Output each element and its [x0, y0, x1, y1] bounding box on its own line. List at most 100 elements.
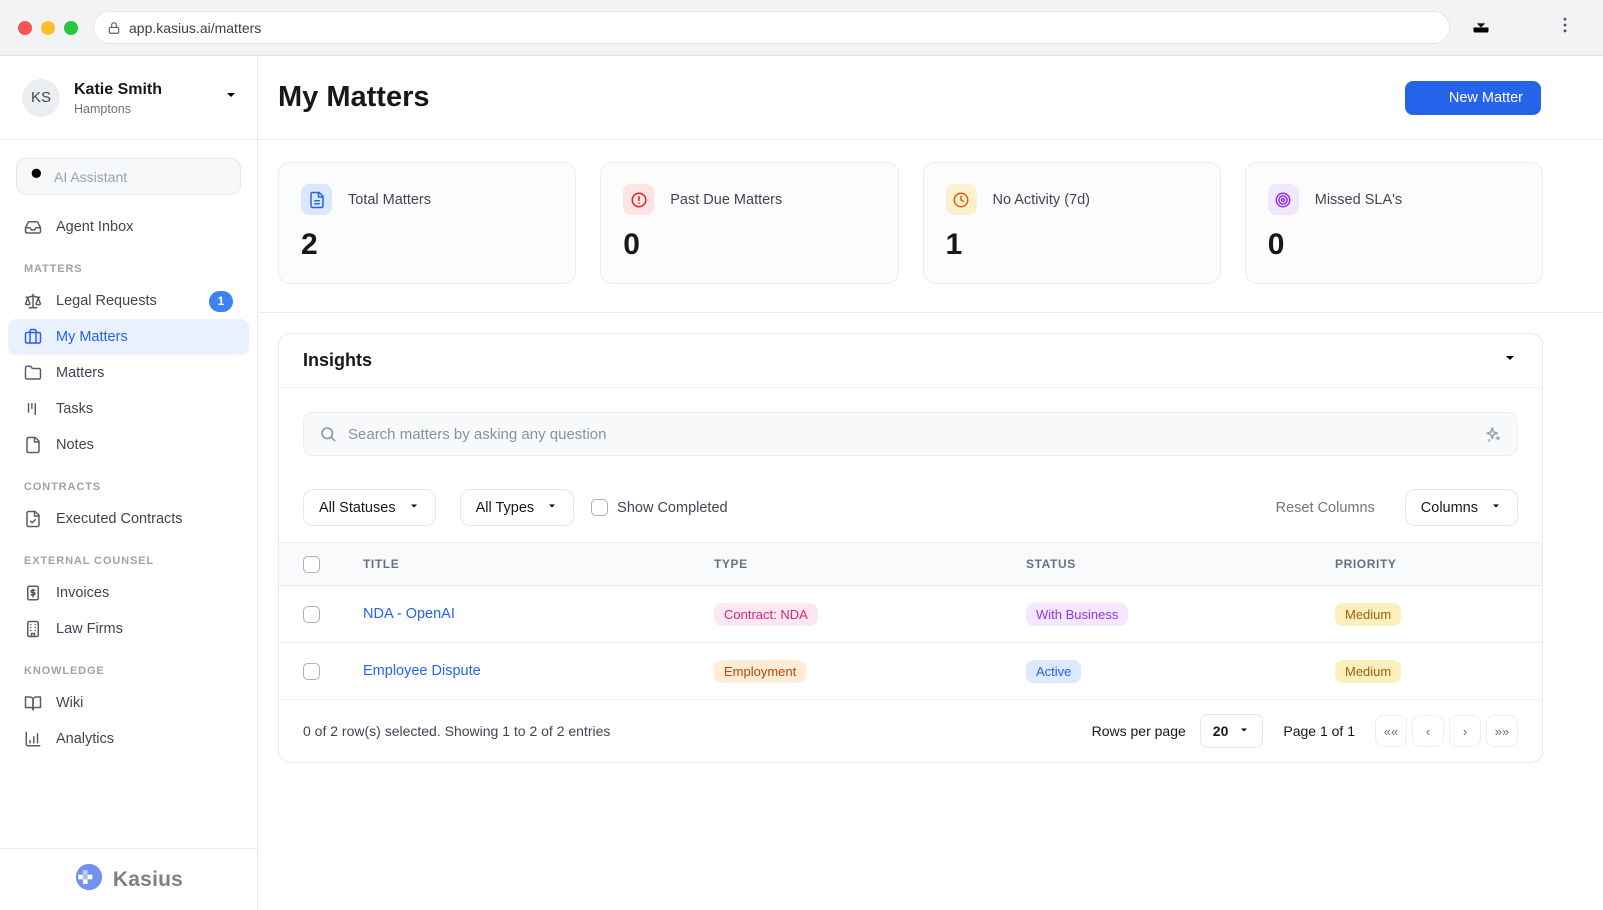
sidebar-item-invoices[interactable]: Invoices: [8, 575, 249, 611]
chevron-down-icon: [408, 500, 420, 516]
matters-table: TITLE TYPE STATUS PRIORITY NDA - OpenAI …: [279, 542, 1542, 700]
brand-footer: Kasius: [0, 848, 257, 910]
search-icon: [319, 425, 337, 443]
section-title-external-counsel: EXTERNAL COUNSEL: [24, 555, 233, 567]
url-text: app.kasius.ai/matters: [129, 20, 261, 36]
kasius-logo-icon: [74, 862, 104, 897]
sidebar-item-executed-contracts[interactable]: Executed Contracts: [8, 501, 249, 537]
stat-value: 1: [946, 228, 1198, 262]
main-content: My Matters New Matter Total Matters 2: [258, 56, 1603, 910]
user-org: Hamptons: [74, 102, 162, 116]
first-page-button[interactable]: ««: [1375, 715, 1407, 747]
window-controls: [18, 21, 78, 35]
sidebar-item-notes[interactable]: Notes: [8, 427, 249, 463]
browser-menu-icon[interactable]: [1555, 15, 1575, 40]
next-page-button[interactable]: ›: [1449, 715, 1481, 747]
chevron-down-icon: [223, 87, 239, 108]
search-icon: [29, 166, 45, 187]
selection-summary: 0 of 2 row(s) selected. Showing 1 to 2 o…: [303, 723, 610, 739]
type-badge: Contract: NDA: [714, 603, 818, 626]
sidebar-item-tasks[interactable]: Tasks: [8, 391, 249, 427]
browser-chrome: app.kasius.ai/matters: [0, 0, 1603, 56]
file-text-icon: [301, 184, 332, 215]
file-check-icon: [24, 510, 42, 528]
new-tab-icon[interactable]: [1513, 15, 1533, 40]
minimize-window-button[interactable]: [41, 21, 55, 35]
insights-title: Insights: [303, 350, 372, 371]
page-indicator: Page 1 of 1: [1283, 723, 1355, 739]
collapse-chevron-icon[interactable]: [1502, 350, 1518, 371]
book-open-icon: [24, 694, 42, 712]
prev-page-button[interactable]: ‹: [1412, 715, 1444, 747]
clock-icon: [946, 184, 977, 215]
close-window-button[interactable]: [18, 21, 32, 35]
sidebar-item-legal-requests[interactable]: Legal Requests 1: [8, 283, 249, 319]
briefcase-icon: [24, 328, 42, 346]
avatar: KS: [22, 79, 60, 117]
insights-panel: Insights All Statuses: [278, 333, 1543, 763]
scales-icon: [24, 292, 42, 310]
sidebar-item-agent-inbox[interactable]: Agent Inbox: [8, 209, 249, 245]
stat-card-total-matters: Total Matters 2: [278, 162, 576, 284]
stats-row: Total Matters 2 Past Due Matters 0 No Ac…: [258, 140, 1603, 313]
sidebar-item-my-matters[interactable]: My Matters: [8, 319, 249, 355]
priority-badge: Medium: [1335, 603, 1401, 626]
section-title-knowledge: KNOWLEDGE: [24, 665, 233, 677]
sidebar-item-law-firms[interactable]: Law Firms: [8, 611, 249, 647]
file-icon: [24, 436, 42, 454]
chevron-down-icon: [1490, 500, 1502, 516]
status-badge: With Business: [1026, 603, 1128, 626]
alert-circle-icon: [623, 184, 654, 215]
section-title-contracts: CONTRACTS: [24, 481, 233, 493]
show-completed-toggle[interactable]: Show Completed: [591, 499, 727, 516]
bar-chart-icon: [24, 730, 42, 748]
columns-dropdown[interactable]: Columns: [1405, 489, 1518, 526]
stat-card-no-activity: No Activity (7d) 1: [923, 162, 1221, 284]
plus-icon: [1423, 88, 1439, 108]
brand-name: Kasius: [113, 868, 183, 892]
target-icon: [1268, 184, 1299, 215]
chevron-down-icon: [546, 500, 558, 516]
user-profile[interactable]: KS Katie Smith Hamptons: [0, 56, 257, 140]
stat-card-missed-sla: Missed SLA's 0: [1245, 162, 1543, 284]
page-title: My Matters: [278, 81, 430, 114]
stat-card-past-due: Past Due Matters 0: [600, 162, 898, 284]
sidebar-item-wiki[interactable]: Wiki: [8, 685, 249, 721]
kanban-icon: [24, 400, 42, 418]
matter-title-link[interactable]: NDA - OpenAI: [363, 606, 714, 622]
inbox-icon: [24, 218, 42, 236]
ai-assistant-search[interactable]: [16, 158, 241, 195]
matter-title-link[interactable]: Employee Dispute: [363, 663, 714, 679]
sidebar: KS Katie Smith Hamptons Agent Inbox MATT…: [0, 56, 258, 910]
rows-per-page-select[interactable]: 20: [1200, 714, 1264, 748]
zoom-window-button[interactable]: [64, 21, 78, 35]
select-all-checkbox[interactable]: [303, 556, 320, 573]
table-row[interactable]: NDA - OpenAI Contract: NDA With Business…: [279, 586, 1542, 643]
ai-assistant-input[interactable]: [54, 169, 228, 185]
stat-value: 2: [301, 228, 553, 262]
download-icon[interactable]: [1471, 15, 1491, 40]
sidebar-item-analytics[interactable]: Analytics: [8, 721, 249, 757]
row-checkbox[interactable]: [303, 663, 320, 680]
show-completed-checkbox[interactable]: [591, 499, 608, 516]
reset-columns-button[interactable]: Reset Columns: [1276, 500, 1375, 516]
type-filter-dropdown[interactable]: All Types: [460, 489, 575, 526]
row-checkbox[interactable]: [303, 606, 320, 623]
last-page-button[interactable]: »»: [1486, 715, 1518, 747]
sparkles-icon[interactable]: [1484, 425, 1502, 443]
folder-icon: [24, 364, 42, 382]
new-matter-button[interactable]: New Matter: [1405, 81, 1541, 115]
address-bar[interactable]: app.kasius.ai/matters: [94, 12, 1449, 43]
status-badge: Active: [1026, 660, 1081, 683]
stat-value: 0: [1268, 228, 1520, 262]
chevron-down-icon: [1238, 723, 1250, 739]
matters-search-bar[interactable]: [303, 412, 1518, 456]
matters-search-input[interactable]: [348, 426, 1473, 443]
receipt-icon: [24, 584, 42, 602]
table-row[interactable]: Employee Dispute Employment Active Mediu…: [279, 643, 1542, 700]
section-title-matters: MATTERS: [24, 263, 233, 275]
rows-per-page-label: Rows per page: [1092, 723, 1186, 739]
app-window: app.kasius.ai/matters KS Katie Smith Ham…: [0, 0, 1603, 910]
status-filter-dropdown[interactable]: All Statuses: [303, 489, 436, 526]
sidebar-item-matters[interactable]: Matters: [8, 355, 249, 391]
